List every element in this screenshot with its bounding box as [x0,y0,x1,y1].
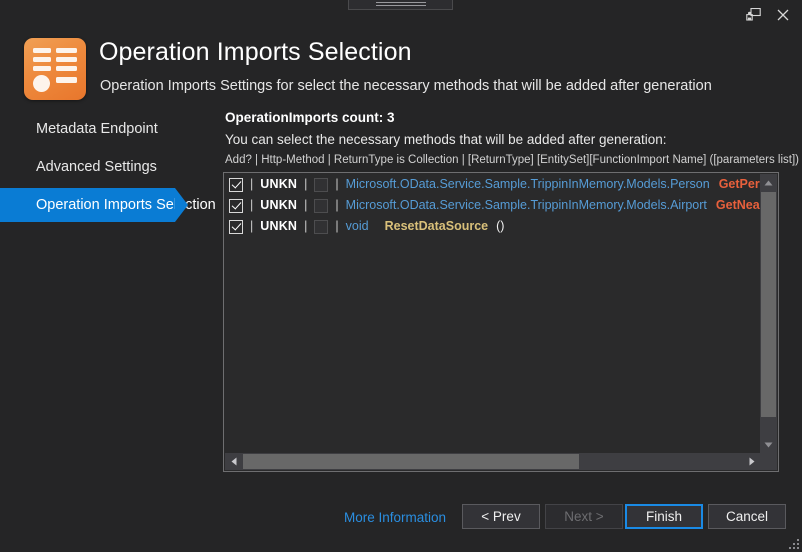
row-return-type: Microsoft.OData.Service.Sample.TrippinIn… [346,174,710,195]
sidebar-item-metadata-endpoint[interactable]: Metadata Endpoint [0,112,210,146]
scroll-down-icon[interactable] [760,436,777,453]
row-return-type: Microsoft.OData.Service.Sample.TrippinIn… [346,195,707,216]
row-separator: | [243,216,260,237]
operation-imports-icon [24,38,86,100]
row-function-name: GetNearestAirport [716,195,760,216]
wizard-step-nav: Metadata Endpoint Advanced Settings Oper… [0,112,210,226]
window-drag-handle[interactable] [348,0,453,10]
drag-handle-line [376,2,426,3]
row-separator: | [243,174,260,195]
row-add-checkbox[interactable] [229,199,243,213]
scroll-up-icon[interactable] [760,174,777,191]
vertical-scroll-thumb[interactable] [761,192,776,417]
list-viewport: | UNKN | | Microsoft.OData.Service.Sampl… [225,174,760,453]
row-function-name: GetPersonWithMostI [719,174,760,195]
table-row[interactable]: | UNKN | | Microsoft.OData.Service.Sampl… [225,174,760,195]
page-subtitle: Operation Imports Settings for select th… [100,78,712,94]
instruction-text: You can select the necessary methods tha… [225,132,779,147]
row-add-checkbox[interactable] [229,178,243,192]
row-separator: | [328,174,345,195]
row-is-collection-checkbox[interactable] [314,220,328,234]
wizard-footer: More Information < Prev Next > Finish Ca… [0,496,802,552]
row-separator: | [328,195,345,216]
operation-imports-list[interactable]: | UNKN | | Microsoft.OData.Service.Sampl… [223,172,779,472]
row-add-checkbox[interactable] [229,220,243,234]
row-separator: | [297,195,314,216]
sidebar-item-label: Advanced Settings [36,159,157,175]
vertical-scrollbar[interactable] [760,174,777,453]
prev-button[interactable]: < Prev [462,504,540,529]
page-header: Operation Imports Selection Operation Im… [0,26,802,106]
column-legend: Add? | Http-Method | ReturnType is Colle… [225,154,779,166]
next-button: Next > [545,504,623,529]
main-content: OperationImports count: 3 You can select… [223,110,779,472]
sidebar-item-label: Metadata Endpoint [36,121,158,137]
row-is-collection-checkbox[interactable] [314,199,328,213]
scrollbar-corner [760,453,777,470]
row-http-method: UNKN [260,174,297,195]
table-row[interactable]: | UNKN | | Microsoft.OData.Service.Sampl… [225,195,760,216]
row-separator: | [243,195,260,216]
sidebar-item-advanced-settings[interactable]: Advanced Settings [0,150,210,184]
sidebar-item-label: Operation Imports Selection [36,197,216,213]
page-title: Operation Imports Selection [99,38,412,67]
row-separator: | [297,216,314,237]
finish-button[interactable]: Finish [625,504,703,529]
row-parameters: () [496,216,504,237]
row-separator: | [297,174,314,195]
row-http-method: UNKN [260,216,297,237]
scroll-left-icon[interactable] [225,453,242,470]
sidebar-item-operation-imports-selection[interactable]: Operation Imports Selection [0,188,175,222]
row-return-type: void [346,216,369,237]
title-bar [0,0,802,26]
horizontal-scrollbar[interactable] [225,453,760,470]
icon-dot [33,75,50,92]
feedback-icon[interactable] [740,4,766,26]
operation-imports-count: OperationImports count: 3 [225,110,779,125]
table-row[interactable]: | UNKN | | void ResetDataSource () [225,216,760,237]
row-is-collection-checkbox[interactable] [314,178,328,192]
row-separator: | [328,216,345,237]
drag-handle-line [376,5,426,6]
resize-grip[interactable] [786,536,799,549]
row-http-method: UNKN [260,195,297,216]
scroll-right-icon[interactable] [743,453,760,470]
horizontal-scroll-thumb[interactable] [243,454,579,469]
more-information-link[interactable]: More Information [344,510,446,525]
row-function-name: ResetDataSource [385,216,489,237]
close-icon[interactable] [770,4,796,26]
cancel-button[interactable]: Cancel [708,504,786,529]
